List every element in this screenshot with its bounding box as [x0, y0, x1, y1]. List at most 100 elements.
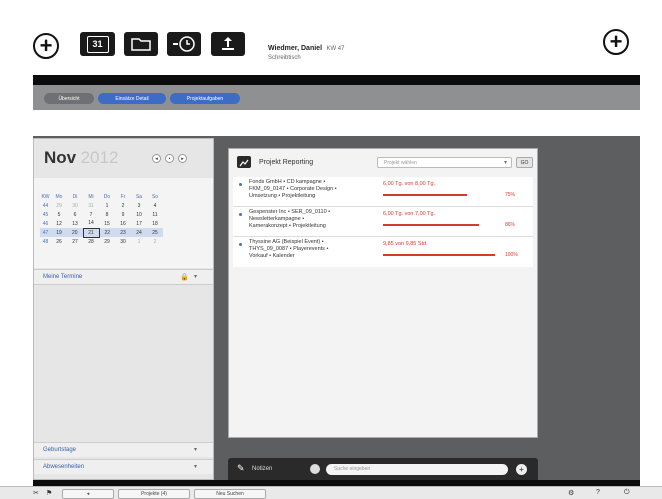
calendar-day[interactable]: 30 [67, 201, 83, 210]
calendar-day[interactable]: 22 [99, 228, 115, 237]
calendar-day[interactable]: 14 [83, 219, 99, 228]
calendar-day[interactable]: 12 [51, 219, 67, 228]
calendar-day[interactable]: 25 [147, 228, 163, 237]
prev-month-button[interactable]: ◂ [152, 154, 161, 163]
chevron-down-icon: ▾ [194, 274, 198, 280]
bullet-icon [239, 243, 242, 246]
calendar-day[interactable]: 7 [83, 210, 99, 219]
geburtstage-row[interactable]: Geburtstage ▾ [34, 442, 213, 457]
calendar-day[interactable]: 2 [147, 237, 163, 246]
calendar-day[interactable]: 10 [131, 210, 147, 219]
panel-title: Projekt Reporting [259, 159, 314, 166]
calendar-table: KW Mo Di Mi Do Fr Sa So 44 29 30 31 1 2 … [40, 192, 164, 246]
chevron-down-icon: ▾ [194, 447, 198, 453]
add-left-button[interactable]: + [33, 33, 59, 59]
new-search-button[interactable]: Neu Suchen [194, 489, 266, 499]
report-row[interactable]: Thyssine AG (Beispiel Event) • THYS_09_0… [233, 237, 533, 267]
search-input[interactable]: Suche eingeben [326, 464, 508, 475]
calendar-button[interactable]: 31 [80, 32, 115, 56]
tool-icon[interactable]: ✂ [33, 489, 39, 497]
calendar-day[interactable]: 2 [115, 201, 131, 210]
calendar-day[interactable]: 23 [115, 228, 131, 237]
cal-header: Sa [135, 193, 143, 200]
logout-icon[interactable]: ⏻ [624, 489, 630, 497]
week-number: 48 [42, 238, 49, 245]
settings-icon[interactable]: ⚙ [568, 489, 574, 497]
calendar-day[interactable]: 31 [83, 201, 99, 210]
calendar-day[interactable]: 19 [51, 228, 67, 237]
calendar-day[interactable]: 15 [99, 219, 115, 228]
clock-icon [173, 36, 195, 52]
lock-icon: 🔒 [180, 274, 189, 281]
notes-label: Notizen [252, 466, 273, 472]
progress-bar [383, 194, 467, 196]
calendar-day[interactable]: 9 [115, 210, 131, 219]
go-button[interactable]: GO [516, 157, 533, 168]
cal-header: KW [41, 193, 50, 200]
report-value: 9,85 von 9,85 Std. [383, 241, 428, 247]
pencil-icon: ✎ [237, 463, 245, 473]
calendar-day[interactable]: 27 [67, 237, 83, 246]
calendar-day[interactable]: 26 [51, 237, 67, 246]
today-button[interactable]: • [165, 154, 174, 163]
flag-icon[interactable]: ⚑ [46, 489, 52, 497]
week-number: 46 [42, 220, 49, 227]
abwesenheiten-row[interactable]: Abwesenheiten ▾ [34, 459, 213, 474]
meine-termine-row[interactable]: Meine Termine 🔒 ▾ [34, 269, 213, 285]
calendar-day[interactable]: 1 [131, 237, 147, 246]
calendar-day[interactable]: 1 [99, 201, 115, 210]
tab-einsaetze[interactable]: Einsätze Detail [98, 93, 166, 104]
calendar-day[interactable]: 6 [67, 210, 83, 219]
meine-termine-label: Meine Termine [43, 274, 83, 280]
add-note-button[interactable]: + [516, 464, 527, 475]
calendar-day[interactable]: 29 [51, 201, 67, 210]
calendar-day[interactable]: 18 [147, 219, 163, 228]
geburtstage-label: Geburtstage [43, 447, 77, 453]
report-row[interactable]: Fonds GmbH • CD kampagne • FKM_09_0147 •… [233, 177, 533, 207]
cal-header: Fr [120, 193, 126, 200]
cal-header: Do [103, 193, 111, 200]
time-button[interactable] [167, 32, 201, 56]
calendar-day[interactable]: 13 [67, 219, 83, 228]
calendar-day[interactable]: 5 [51, 210, 67, 219]
search-icon[interactable] [310, 464, 320, 474]
report-value: 6,00 Tg. von 7,00 Tg. [383, 211, 436, 217]
week-number: 44 [42, 202, 49, 209]
report-row[interactable]: Gespenster Inc • SER_09_0110 • Newslette… [233, 207, 533, 237]
help-icon[interactable]: ? [596, 489, 600, 496]
folder-button[interactable] [124, 32, 158, 56]
month-title: Nov 2012 [44, 148, 119, 167]
calendar-icon: 31 [86, 35, 109, 53]
next-month-button[interactable]: ▸ [178, 154, 187, 163]
calendar-day[interactable]: 8 [99, 210, 115, 219]
calendar-day[interactable]: 16 [115, 219, 131, 228]
project-select[interactable]: Projekt wählen ▾ [377, 157, 512, 168]
report-pct: 86% [505, 222, 516, 228]
tab-overview[interactable]: Übersicht [44, 93, 94, 104]
back-button[interactable]: ◂ [62, 489, 114, 499]
calendar-day[interactable]: 28 [83, 237, 99, 246]
tab-projektaufgaben[interactable]: Projektaufgaben [170, 93, 240, 104]
week-number: 47 [42, 229, 49, 236]
plus-icon: + [39, 33, 53, 58]
bullet-icon [239, 183, 242, 186]
cal-header: So [151, 193, 159, 200]
report-pct: 100% [505, 252, 518, 258]
folder-icon [131, 38, 151, 51]
calendar-day[interactable]: 20 [67, 228, 83, 237]
calendar-day[interactable]: 24 [131, 228, 147, 237]
calendar-day[interactable]: 29 [99, 237, 115, 246]
project-reporting-panel: Projekt Reporting Projekt wählen ▾ GO Fo… [228, 148, 538, 438]
calendar-grid: KW Mo Di Mi Do Fr Sa So 44 29 30 31 1 2 … [34, 178, 213, 268]
add-right-button[interactable]: + [603, 29, 629, 55]
top-divider [33, 75, 640, 85]
plus-icon: + [609, 29, 623, 54]
calendar-day[interactable]: 11 [147, 210, 163, 219]
calendar-day[interactable]: 30 [115, 237, 131, 246]
calendar-day-today[interactable]: 21 [82, 227, 100, 238]
upload-button[interactable] [211, 32, 245, 56]
calendar-day[interactable]: 17 [131, 219, 147, 228]
calendar-day[interactable]: 4 [147, 201, 163, 210]
projects-button[interactable]: Projekte (4) [118, 489, 190, 499]
calendar-day[interactable]: 3 [131, 201, 147, 210]
